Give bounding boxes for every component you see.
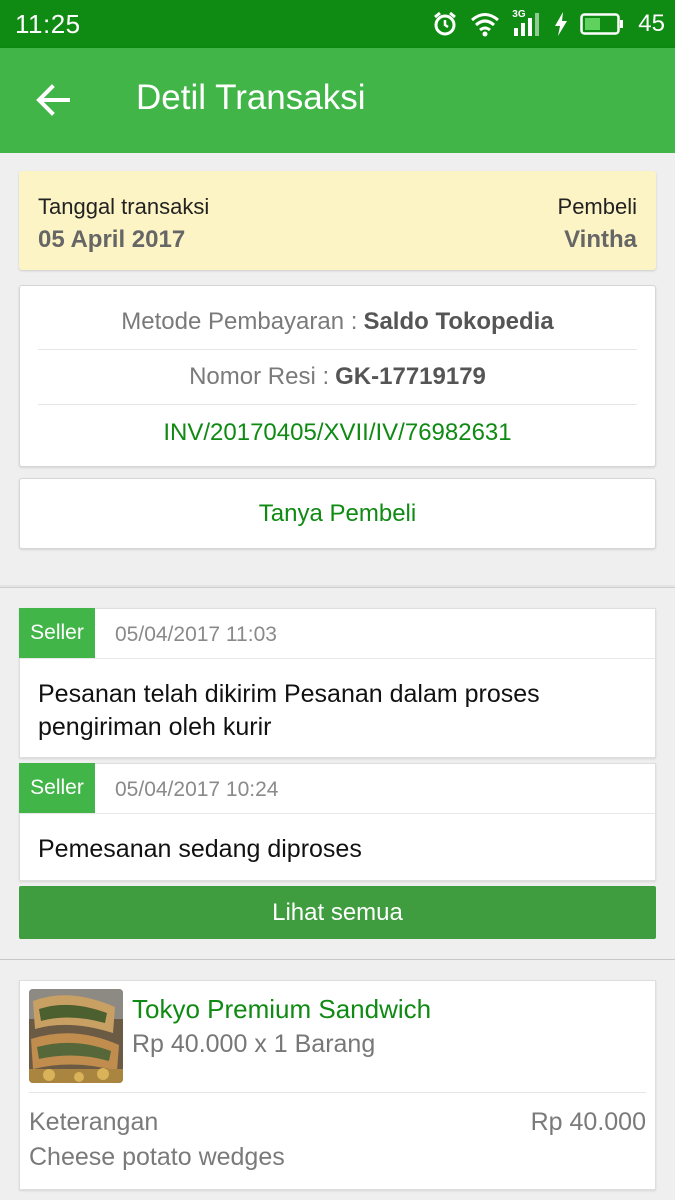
history-message: Pemesanan sedang diproses: [38, 835, 362, 863]
network-type-indicator: 3G: [512, 9, 542, 37]
history-item-header: Seller 05/04/2017 11:03: [19, 608, 655, 659]
transaction-info-card: Metode Pembayaran : Saldo Tokopedia Nomo…: [19, 285, 656, 467]
transaction-date-label: Tanggal transaksi: [38, 194, 210, 219]
app-bar: Detil Transaksi: [0, 48, 675, 153]
product-subtotal: Rp 40.000: [530, 1108, 646, 1136]
payment-method-label: Metode Pembayaran :: [121, 308, 358, 335]
status-icons: 3G 45: [432, 8, 665, 40]
page-title: Detil Transaksi: [136, 78, 366, 117]
actor-badge: Seller: [19, 608, 95, 658]
status-time: 11:25: [15, 9, 81, 39]
product-image[interactable]: [29, 989, 123, 1083]
history-message: Pesanan telah dikirim Pesanan dalam pros…: [38, 680, 540, 741]
receipt-number-value: GK-17719179: [335, 363, 486, 390]
transaction-date-card: Tanggal transaksi 05 April 2017 Pembeli …: [19, 171, 656, 270]
status-bar: 11:25 3G 45: [0, 0, 675, 48]
product-card: Tokyo Premium Sandwich Rp 40.000 x 1 Bar…: [19, 980, 656, 1190]
product-price-quantity: Rp 40.000 x 1 Barang: [132, 1030, 376, 1058]
wifi-icon: [471, 13, 500, 37]
transaction-summary-section: Tanggal transaksi 05 April 2017 Pembeli …: [0, 153, 675, 585]
history-item: Seller 05/04/2017 11:03 Pesanan telah di…: [19, 608, 656, 758]
payment-method-value: Saldo Tokopedia: [363, 308, 554, 335]
receipt-number-row: Nomor Resi : GK-17719179: [38, 350, 637, 405]
history-timestamp: 05/04/2017 11:03: [115, 623, 277, 646]
receipt-number-label: Nomor Resi :: [189, 363, 330, 390]
payment-method-row: Metode Pembayaran : Saldo Tokopedia: [38, 295, 637, 350]
battery-icon: [580, 13, 624, 35]
divider: [29, 1092, 646, 1093]
history-item-header: Seller 05/04/2017 10:24: [19, 763, 655, 814]
note-label: Keterangan: [29, 1108, 159, 1136]
charging-icon: [555, 12, 568, 36]
transaction-date-value: 05 April 2017: [38, 226, 186, 253]
actor-badge: Seller: [19, 763, 95, 813]
ask-buyer-button[interactable]: Tanya Pembeli: [19, 478, 656, 549]
note-value: Cheese potato wedges: [29, 1143, 285, 1171]
battery-level: 45: [638, 10, 665, 37]
product-name[interactable]: Tokyo Premium Sandwich: [132, 994, 431, 1025]
status-history-section: Seller 05/04/2017 11:03 Pesanan telah di…: [0, 587, 675, 959]
sandwich-photo-icon: [29, 989, 123, 1083]
history-timestamp: 05/04/2017 10:24: [115, 778, 279, 801]
signal-icon: [514, 13, 540, 36]
history-item: Seller 05/04/2017 10:24 Pemesanan sedang…: [19, 763, 656, 881]
product-section: Tokyo Premium Sandwich Rp 40.000 x 1 Bar…: [0, 959, 675, 1200]
see-all-button[interactable]: Lihat semua: [19, 886, 656, 939]
buyer-name: Vintha: [564, 226, 637, 253]
buyer-label: Pembeli: [557, 194, 637, 219]
back-arrow-icon[interactable]: [34, 81, 72, 119]
alarm-icon: [434, 11, 457, 36]
invoice-link[interactable]: INV/20170405/XVII/IV/76982631: [38, 405, 637, 460]
